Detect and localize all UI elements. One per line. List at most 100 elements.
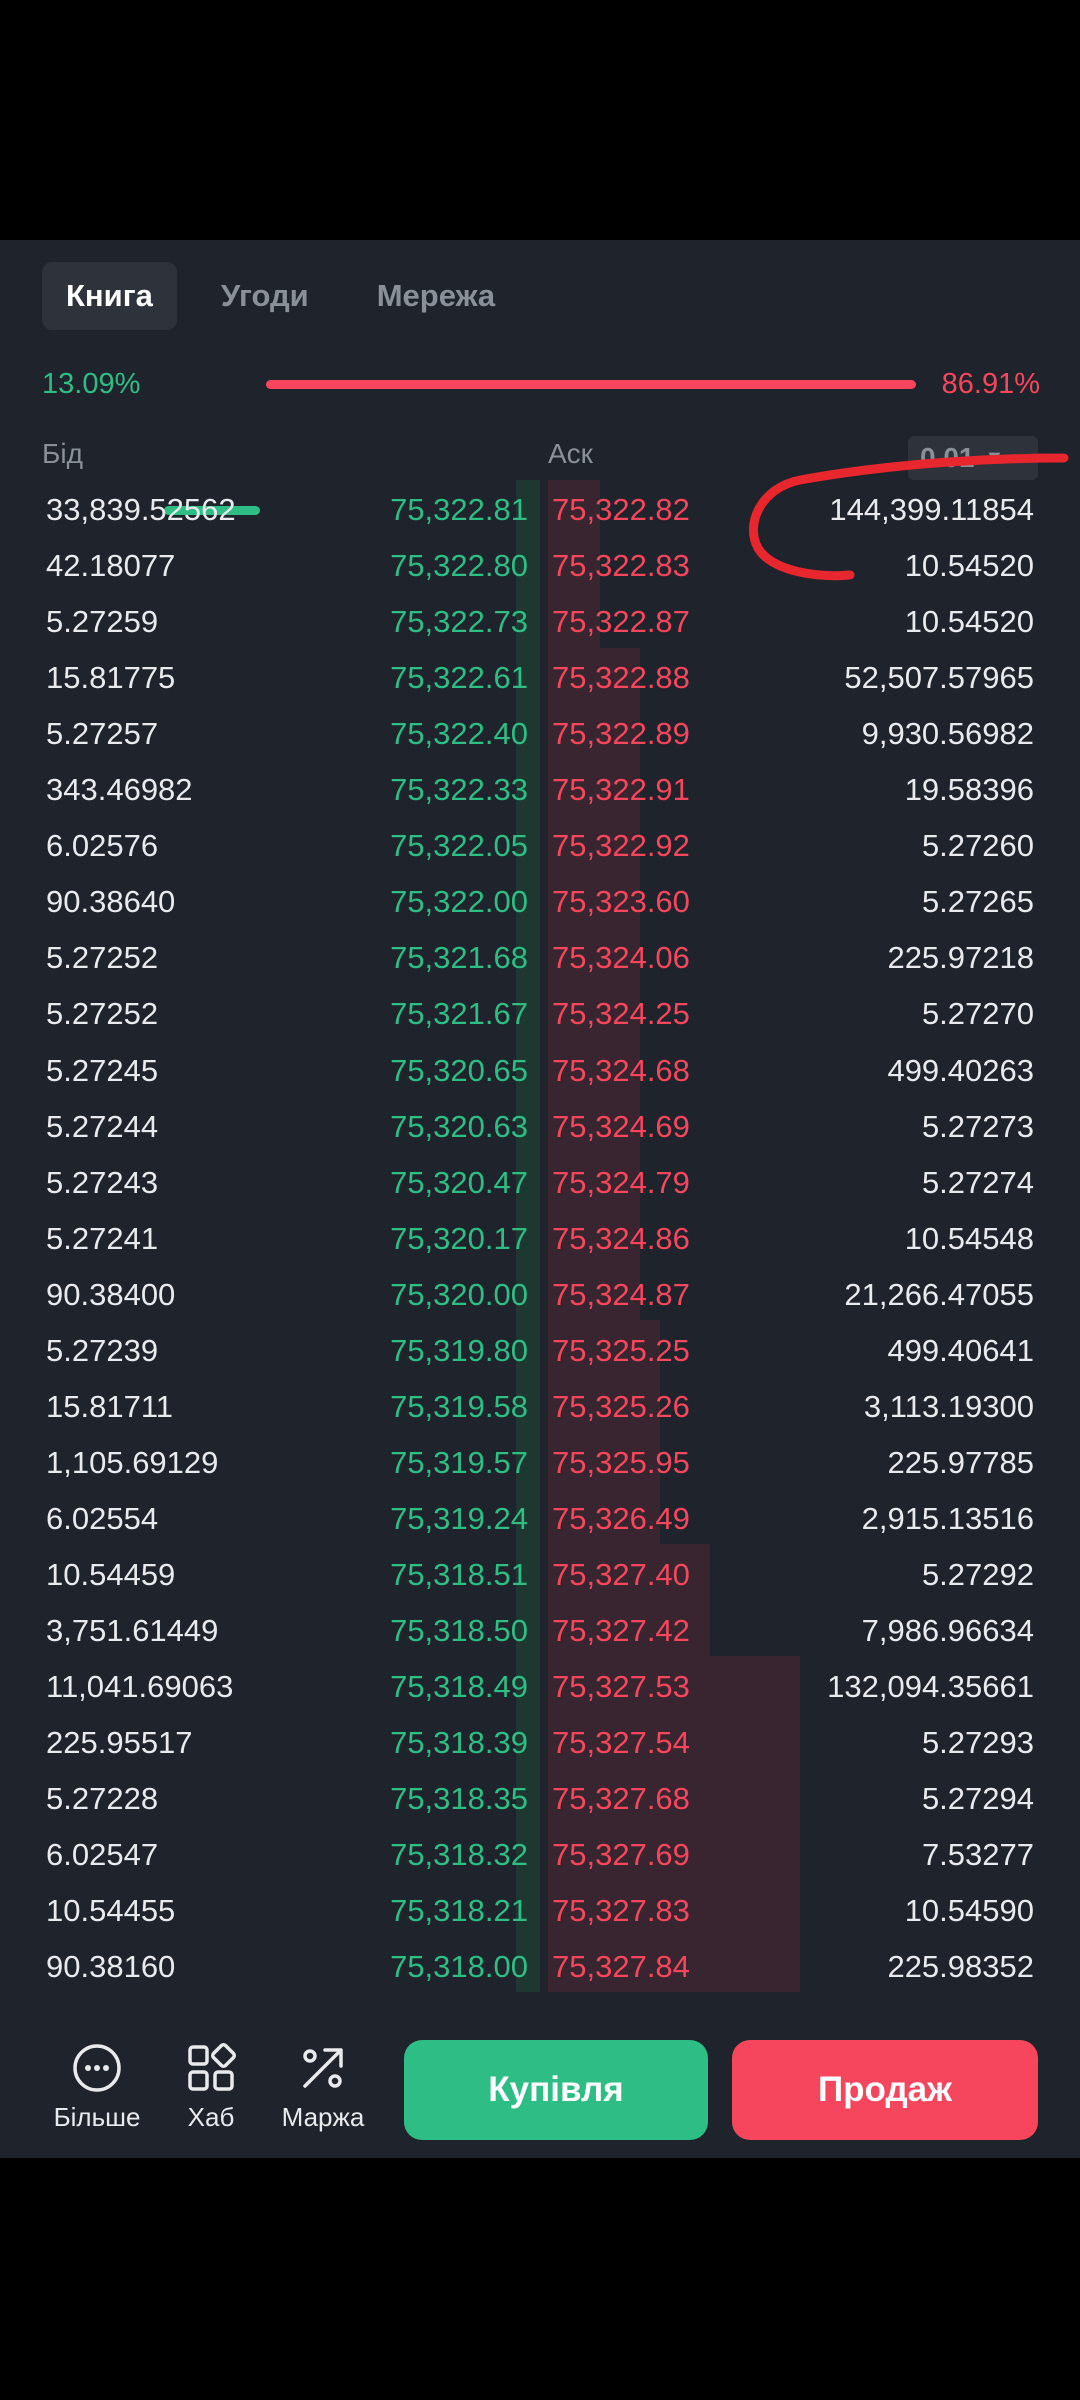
bid-price: 75,322.05 xyxy=(390,828,528,864)
order-row[interactable]: 90.38160 75,318.00 75,327.84 225.98352 xyxy=(0,1937,1080,1993)
hub-icon xyxy=(188,2042,237,2091)
order-row[interactable]: 90.38400 75,320.00 75,324.87 21,266.47055 xyxy=(0,1265,1080,1321)
bid-quantity: 1,105.69129 xyxy=(46,1444,219,1480)
order-row[interactable]: 1,105.69129 75,319.57 75,325.95 225.97785 xyxy=(0,1433,1080,1489)
bid-quantity: 10.54455 xyxy=(46,1893,176,1929)
more-icon xyxy=(73,2044,121,2092)
ask-price: 75,326.49 xyxy=(552,1500,690,1536)
bid-quantity: 5.27243 xyxy=(46,1164,159,1200)
ask-quantity: 10.54590 xyxy=(904,1893,1034,1929)
more-label: Більше xyxy=(53,2102,141,2132)
ask-quantity: 225.97785 xyxy=(887,1444,1034,1480)
bid-quantity: 5.27245 xyxy=(46,1052,159,1088)
ask-quantity: 499.40263 xyxy=(887,1052,1034,1088)
order-row[interactable]: 5.27252 75,321.67 75,324.25 5.27270 xyxy=(0,984,1080,1040)
order-row[interactable]: 6.02554 75,319.24 75,326.49 2,915.13516 xyxy=(0,1489,1080,1545)
order-row[interactable]: 6.02547 75,318.32 75,327.69 7.53277 xyxy=(0,1825,1080,1881)
bid-price: 75,322.00 xyxy=(390,884,528,920)
buy-button[interactable]: Купівля xyxy=(404,2040,708,2140)
sell-button[interactable]: Продаж xyxy=(732,2040,1038,2140)
ask-price: 75,324.87 xyxy=(552,1276,690,1312)
ask-price: 75,327.54 xyxy=(552,1725,690,1761)
bid-price: 75,320.47 xyxy=(390,1164,528,1200)
bid-quantity: 5.27252 xyxy=(46,940,159,976)
bid-price: 75,319.58 xyxy=(390,1388,528,1424)
ask-price: 75,323.60 xyxy=(552,884,690,920)
bid-price: 75,318.39 xyxy=(390,1725,528,1761)
ask-quantity: 19.58396 xyxy=(904,772,1034,808)
bid-price: 75,318.51 xyxy=(390,1556,528,1592)
order-row[interactable]: 5.27241 75,320.17 75,324.86 10.54548 xyxy=(0,1209,1080,1265)
ask-price: 75,324.68 xyxy=(552,1052,690,1088)
margin-icon xyxy=(303,2048,343,2088)
ask-price: 75,327.69 xyxy=(552,1837,690,1873)
order-row[interactable]: 5.27244 75,320.63 75,324.69 5.27273 xyxy=(0,1097,1080,1153)
bid-quantity: 15.81775 xyxy=(46,660,176,696)
order-row[interactable]: 343.46982 75,322.33 75,322.91 19.58396 xyxy=(0,760,1080,816)
bid-price: 75,318.32 xyxy=(390,1837,528,1873)
margin-button[interactable]: Маржа xyxy=(268,2042,378,2133)
order-row[interactable]: 5.27243 75,320.47 75,324.79 5.27274 xyxy=(0,1153,1080,1209)
ask-quantity: 5.27265 xyxy=(921,884,1034,920)
ask-price: 75,327.83 xyxy=(552,1893,690,1929)
bid-quantity: 90.38160 xyxy=(46,1949,176,1985)
bid-quantity: 90.38400 xyxy=(46,1276,176,1312)
red-pen-annotation xyxy=(749,453,1069,581)
ask-quantity: 9,930.56982 xyxy=(861,716,1034,752)
bid-quantity: 5.27239 xyxy=(46,1332,159,1368)
order-row[interactable]: 5.27252 75,321.68 75,324.06 225.97218 xyxy=(0,928,1080,984)
ask-quantity: 2,915.13516 xyxy=(861,1500,1034,1536)
bid-price: 75,319.80 xyxy=(390,1332,528,1368)
bid-quantity: 5.27241 xyxy=(46,1220,159,1256)
ask-price: 75,327.40 xyxy=(552,1556,690,1592)
ask-quantity: 7,986.96634 xyxy=(861,1613,1034,1648)
bid-quantity: 5.27244 xyxy=(46,1108,159,1144)
order-row[interactable]: 5.27239 75,319.80 75,325.25 499.40641 xyxy=(0,1321,1080,1377)
order-row[interactable]: 90.38640 75,322.00 75,323.60 5.27265 xyxy=(0,872,1080,928)
bid-quantity: 6.02554 xyxy=(46,1500,159,1536)
bid-price: 75,320.17 xyxy=(390,1220,528,1256)
bid-quantity: 5.27257 xyxy=(46,716,159,752)
bid-price: 75,318.50 xyxy=(390,1613,528,1648)
bid-quantity: 6.02576 xyxy=(46,828,159,864)
ask-price: 75,327.84 xyxy=(552,1949,690,1985)
ask-price: 75,325.95 xyxy=(552,1444,690,1480)
bid-price: 75,319.57 xyxy=(390,1444,528,1480)
order-row[interactable]: 11,041.69063 75,318.49 75,327.53 132,094.35… xyxy=(0,1657,1080,1713)
ask-quantity: 3,113.19300 xyxy=(863,1388,1034,1424)
ask-quantity: 5.27294 xyxy=(921,1781,1034,1817)
ask-price: 75,324.79 xyxy=(552,1164,690,1200)
order-row[interactable]: 5.27228 75,318.35 75,327.68 5.27294 xyxy=(0,1769,1080,1825)
bid-price: 75,322.61 xyxy=(390,660,528,696)
bid-price: 75,320.63 xyxy=(390,1108,528,1144)
bid-price: 75,319.24 xyxy=(390,1500,528,1536)
ask-price: 75,324.25 xyxy=(552,996,690,1032)
ask-quantity: 499.40641 xyxy=(887,1332,1034,1368)
order-row[interactable]: 15.81775 75,322.61 75,322.88 52,507.57965 xyxy=(0,648,1080,704)
bid-quantity: 5.27252 xyxy=(46,996,159,1032)
ask-quantity: 5.27274 xyxy=(921,1164,1034,1200)
bid-quantity: 5.27228 xyxy=(46,1781,159,1817)
bid-price: 75,321.67 xyxy=(390,996,528,1032)
ask-quantity: 7.53277 xyxy=(921,1837,1034,1873)
ask-quantity: 21,266.47055 xyxy=(844,1276,1034,1312)
order-row[interactable]: 10.54455 75,318.21 75,327.83 10.54590 xyxy=(0,1881,1080,1937)
ask-quantity: 5.27273 xyxy=(921,1108,1034,1144)
bottom-action-bar: Більше Хаб Маржа Купівля Продаж xyxy=(0,2020,1080,2158)
bid-quantity: 15.81711 xyxy=(46,1388,173,1424)
more-button[interactable]: Більше xyxy=(42,2042,152,2133)
ask-price: 75,322.91 xyxy=(552,772,690,808)
order-row[interactable]: 225.95517 75,318.39 75,327.54 5.27293 xyxy=(0,1713,1080,1769)
ask-price: 75,324.69 xyxy=(552,1108,690,1144)
ask-price: 75,322.88 xyxy=(552,660,690,696)
ask-quantity: 10.54548 xyxy=(904,1220,1034,1256)
order-row[interactable]: 3,751.61449 75,318.50 75,327.42 7,986.96634 xyxy=(0,1601,1080,1657)
order-row[interactable]: 5.27245 75,320.65 75,324.68 499.40263 xyxy=(0,1041,1080,1097)
bid-price: 75,322.40 xyxy=(390,716,528,752)
order-row[interactable]: 5.27257 75,322.40 75,322.89 9,930.56982 xyxy=(0,704,1080,760)
order-row[interactable]: 15.81711 75,319.58 75,325.26 3,113.19300 xyxy=(0,1377,1080,1433)
bid-quantity: 11,041.69063 xyxy=(46,1669,234,1705)
hub-button[interactable]: Хаб xyxy=(156,2042,266,2133)
order-row[interactable]: 6.02576 75,322.05 75,322.92 5.27260 xyxy=(0,816,1080,872)
order-row[interactable]: 10.54459 75,318.51 75,327.40 5.27292 xyxy=(0,1545,1080,1601)
